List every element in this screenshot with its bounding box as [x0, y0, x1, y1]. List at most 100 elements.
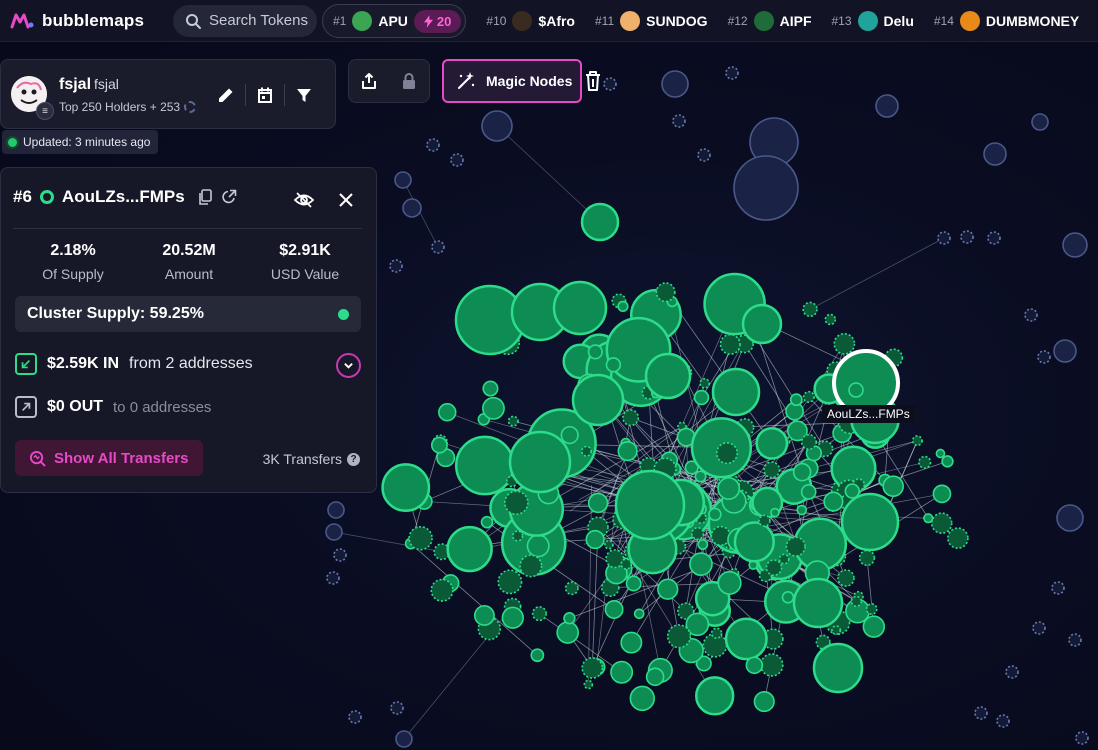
holder-bubble[interactable] [882, 475, 904, 497]
lock-icon[interactable] [400, 72, 418, 90]
wallet-bubble[interactable] [661, 70, 689, 98]
holder-bubble[interactable] [408, 525, 433, 551]
holder-bubble[interactable] [645, 667, 665, 687]
holder-bubble[interactable] [770, 507, 780, 518]
wallet-bubble[interactable] [450, 153, 464, 167]
wallet-bubble[interactable] [725, 66, 739, 80]
holder-bubble[interactable] [581, 657, 604, 679]
holder-bubble[interactable] [753, 691, 775, 713]
holder-bubble[interactable] [693, 389, 710, 406]
holder-bubble[interactable] [552, 280, 608, 336]
holder-bubble[interactable] [625, 575, 642, 592]
holder-bubble[interactable] [446, 525, 493, 573]
ticker-item-aipf[interactable]: #12 AIPF [728, 11, 812, 31]
holder-bubble[interactable] [617, 441, 638, 462]
holder-bubble[interactable] [715, 442, 739, 465]
holder-bubble[interactable] [583, 679, 594, 690]
holder-bubble[interactable] [778, 553, 790, 565]
holder-bubble[interactable] [655, 282, 676, 303]
holder-bubble[interactable] [711, 367, 761, 417]
holder-bubble[interactable] [482, 396, 505, 420]
holder-bubble[interactable] [745, 656, 764, 675]
wallet-bubble[interactable] [987, 231, 1001, 245]
holder-bubble[interactable] [556, 621, 579, 644]
holder-bubble[interactable] [691, 526, 705, 541]
holder-bubble[interactable] [699, 377, 711, 389]
holder-bubble[interactable] [789, 393, 803, 407]
ticker-item-delu[interactable]: #13 Delu [832, 11, 914, 31]
holder-bubble[interactable] [717, 477, 741, 500]
external-link-icon[interactable] [221, 189, 237, 205]
holder-bubble[interactable] [563, 612, 576, 625]
holder-bubble[interactable] [438, 403, 457, 422]
holder-bubble[interactable] [792, 577, 844, 629]
eye-off-icon[interactable] [294, 190, 314, 210]
holder-bubble[interactable] [454, 435, 515, 496]
holder-bubble[interactable] [802, 390, 815, 403]
holder-bubble[interactable] [617, 300, 629, 313]
holder-bubble[interactable] [530, 648, 545, 663]
wallet-bubble[interactable] [672, 114, 686, 128]
holder-bubble[interactable] [512, 530, 524, 542]
holder-bubble[interactable] [941, 455, 954, 468]
holder-bubble[interactable] [800, 433, 818, 451]
wallet-bubble[interactable] [603, 77, 617, 91]
wallet-bubble[interactable] [426, 138, 440, 152]
holder-bubble[interactable] [430, 436, 448, 454]
wallet-bubble[interactable] [1051, 581, 1065, 595]
holder-bubble[interactable] [758, 514, 771, 527]
trash-icon[interactable] [584, 70, 602, 92]
holder-bubble[interactable] [741, 303, 783, 345]
holder-bubble[interactable] [858, 549, 876, 567]
holder-bubble[interactable] [644, 352, 692, 400]
holder-bubble[interactable] [785, 536, 806, 557]
wallet-bubble[interactable] [348, 710, 362, 724]
holders-meta[interactable]: Top 250 Holders + 253 [59, 100, 197, 114]
ticker-item-dumbmoney[interactable]: #14 DUMBMONEY [934, 11, 1079, 31]
holder-bubble[interactable] [708, 507, 722, 522]
boost-badge[interactable]: 20 [413, 9, 462, 33]
holder-bubble[interactable] [911, 435, 923, 447]
ticker-item-sundog[interactable]: #11 SUNDOG [595, 11, 708, 31]
holder-bubble[interactable] [812, 642, 864, 694]
holder-bubble[interactable] [580, 445, 593, 457]
share-icon[interactable] [360, 72, 378, 90]
app-logo[interactable]: bubblemaps [10, 11, 160, 31]
wallet-bubble[interactable] [1062, 232, 1088, 258]
holder-bubble[interactable] [604, 600, 624, 619]
holder-bubble[interactable] [507, 415, 519, 427]
holder-bubble[interactable] [685, 612, 710, 637]
holder-bubble[interactable] [763, 461, 781, 479]
holder-bubble[interactable] [719, 333, 741, 355]
holder-bubble[interactable] [585, 529, 605, 550]
holder-bubble[interactable] [473, 605, 495, 626]
holder-bubble[interactable] [800, 484, 817, 500]
holder-bubble[interactable] [504, 490, 529, 516]
holder-bubble[interactable] [580, 202, 620, 242]
wallet-bubble[interactable] [327, 501, 345, 519]
holder-bubble[interactable] [755, 426, 789, 460]
holder-bubble[interactable] [710, 525, 731, 547]
cluster-supply[interactable]: Cluster Supply: 59.25% [15, 296, 361, 332]
holder-bubble[interactable] [850, 595, 863, 608]
calendar-button[interactable] [246, 82, 284, 108]
holder-bubble[interactable] [697, 539, 709, 550]
holder-bubble[interactable] [840, 492, 900, 552]
holder-bubble[interactable] [932, 484, 952, 504]
holder-bubble[interactable] [724, 617, 768, 661]
holder-bubble[interactable] [620, 631, 643, 654]
wallet-bubble[interactable] [1005, 665, 1019, 679]
holder-bubble[interactable] [610, 660, 634, 684]
holder-bubble[interactable] [526, 534, 550, 558]
wallet-bubble[interactable] [326, 571, 340, 585]
magic-nodes-button[interactable]: Magic Nodes [442, 59, 582, 103]
holder-bubble[interactable] [710, 627, 723, 640]
wallet-bubble[interactable] [1053, 339, 1077, 363]
holder-bubble[interactable] [531, 606, 547, 622]
holder-bubble[interactable] [519, 554, 543, 578]
holder-bubble[interactable] [633, 608, 645, 620]
holder-bubble[interactable] [620, 558, 632, 570]
wallet-bubble[interactable] [325, 523, 343, 541]
wallet-bubble[interactable] [1037, 350, 1051, 364]
holder-bubble[interactable] [605, 357, 622, 373]
